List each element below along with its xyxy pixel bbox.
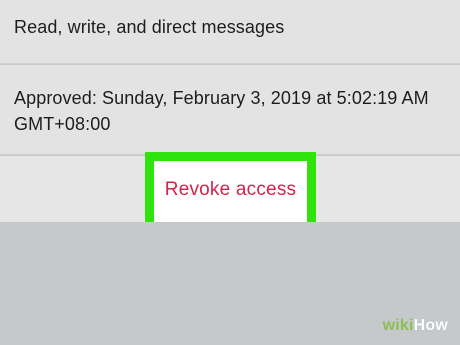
approved-row: Approved: Sunday, February 3, 2019 at 5:…	[0, 65, 460, 155]
approved-timestamp: Approved: Sunday, February 3, 2019 at 5:…	[14, 88, 429, 134]
revoke-access-label: Revoke access	[164, 178, 297, 200]
permissions-row: Read, write, and direct messages	[0, 0, 460, 64]
watermark-wiki: wiki	[382, 317, 414, 334]
app-permissions-screen: Read, write, and direct messages Approve…	[0, 0, 460, 345]
watermark-how: How	[413, 317, 448, 334]
permissions-text: Read, write, and direct messages	[14, 17, 285, 37]
wikihow-watermark: wikiHow	[383, 317, 448, 335]
revoke-access-button[interactable]: Revoke access	[145, 152, 316, 231]
